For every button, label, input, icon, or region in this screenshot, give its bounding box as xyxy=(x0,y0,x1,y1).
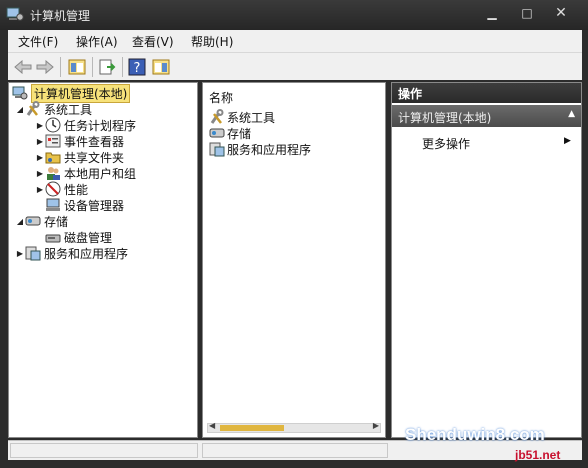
shared-folder-icon xyxy=(45,149,61,165)
list-item-label: 服务和应用程序 xyxy=(227,142,312,157)
status-segment xyxy=(10,443,198,458)
tree-item-label: 服务和应用程序 xyxy=(44,246,129,261)
minimize-button[interactable]: ▁ xyxy=(480,3,504,23)
maximize-button[interactable]: □ xyxy=(515,3,539,23)
tree-item-local-users-groups[interactable]: ▶ 本地用户和组 xyxy=(35,165,136,181)
storage-icon xyxy=(25,213,41,229)
scroll-left-icon[interactable]: ◀ xyxy=(209,421,215,430)
collapse-arrow-icon[interactable]: ◢ xyxy=(15,217,25,226)
horizontal-scrollbar[interactable]: ◀ ▶ xyxy=(207,421,381,433)
computer-management-icon xyxy=(6,6,24,22)
tree-item-shared-folders[interactable]: ▶ 共享文件夹 xyxy=(35,149,124,165)
expand-arrow-icon[interactable]: ▶ xyxy=(35,185,45,194)
users-icon xyxy=(45,165,61,181)
help-icon[interactable]: ? xyxy=(126,56,148,78)
svg-text:?: ? xyxy=(134,61,141,76)
tree-item-services-applications[interactable]: ▶ 服务和应用程序 xyxy=(15,245,128,261)
tree-item-root[interactable]: 计算机管理(本地) xyxy=(12,83,131,103)
list-item-label: 系统工具 xyxy=(227,110,276,125)
computer-management-window: 计算机管理 ▁ □ ✕ 文件(F) 操作(A) 查看(V) 帮助(H) ? 计算… xyxy=(0,0,588,468)
column-header-name[interactable]: 名称 xyxy=(209,89,233,106)
export-list-icon[interactable] xyxy=(96,56,118,78)
status-segment xyxy=(202,443,388,458)
list-item-storage[interactable]: 存储 xyxy=(209,125,251,141)
menu-bar: 文件(F) 操作(A) 查看(V) 帮助(H) xyxy=(8,30,582,52)
window-title: 计算机管理 xyxy=(30,9,91,23)
scroll-thumb[interactable] xyxy=(220,425,284,431)
computer-management-icon xyxy=(12,85,28,101)
tree-item-event-viewer[interactable]: ▶ 事件查看器 xyxy=(35,133,124,149)
submenu-arrow-icon: ▶ xyxy=(564,136,571,146)
action-pane-title: 操作 xyxy=(392,83,581,103)
list-item-services-applications[interactable]: 服务和应用程序 xyxy=(209,141,311,157)
action-section-header[interactable]: 计算机管理(本地) ▲ xyxy=(392,105,581,127)
clock-icon xyxy=(45,117,61,133)
expand-arrow-icon[interactable]: ▶ xyxy=(35,169,45,178)
disk-management-icon xyxy=(45,229,61,245)
menu-file[interactable]: 文件(F) xyxy=(18,33,58,50)
tree-item-label: 性能 xyxy=(64,182,89,197)
menu-view[interactable]: 查看(V) xyxy=(132,33,174,50)
back-arrow-icon[interactable] xyxy=(12,56,34,78)
title-bar: 计算机管理 ▁ □ ✕ xyxy=(0,0,588,30)
expand-arrow-icon[interactable]: ▶ xyxy=(35,153,45,162)
more-actions-link[interactable]: 更多操作 xyxy=(422,135,470,152)
tree-item-label: 存储 xyxy=(44,214,69,229)
show-hide-tree-icon[interactable] xyxy=(66,56,88,78)
tree-item-label: 共享文件夹 xyxy=(64,150,125,165)
storage-icon xyxy=(209,125,225,141)
list-item-label: 存储 xyxy=(227,126,252,141)
device-manager-icon xyxy=(45,197,61,213)
tree-item-disk-management[interactable]: 磁盘管理 xyxy=(45,229,112,245)
tree-item-system-tools[interactable]: ◢ 系统工具 xyxy=(15,101,92,117)
tree-item-label: 事件查看器 xyxy=(64,134,125,149)
performance-icon xyxy=(45,181,61,197)
tree-item-storage[interactable]: ◢ 存储 xyxy=(15,213,68,229)
action-section-label: 计算机管理(本地) xyxy=(398,111,492,125)
watermark-logo: Shenduwin8.com xyxy=(405,425,545,444)
tree-item-label: 本地用户和组 xyxy=(64,166,137,181)
tools-icon xyxy=(209,109,225,125)
action-pane: 操作 计算机管理(本地) ▲ 更多操作 ▶ xyxy=(391,82,582,438)
show-hide-action-pane-icon[interactable] xyxy=(150,56,172,78)
console-tree-pane[interactable]: 计算机管理(本地) ◢ 系统工具 ▶ 任务计划程序 ▶ 事件查看器 ▶ 共享文件… xyxy=(8,82,198,438)
tree-item-label: 磁盘管理 xyxy=(64,230,113,245)
tree-item-task-scheduler[interactable]: ▶ 任务计划程序 xyxy=(35,117,136,133)
close-button[interactable]: ✕ xyxy=(549,3,573,23)
services-icon xyxy=(209,141,225,157)
menu-help[interactable]: 帮助(H) xyxy=(191,33,233,50)
results-pane[interactable]: 名称 系统工具 存储 服务和应用程序 ◀ ▶ xyxy=(202,82,386,438)
tree-item-performance[interactable]: ▶ 性能 xyxy=(35,181,88,197)
expand-arrow-icon[interactable]: ▶ xyxy=(15,249,25,258)
tree-item-label: 任务计划程序 xyxy=(64,118,137,133)
tree-item-label: 系统工具 xyxy=(44,102,93,117)
forward-arrow-icon[interactable] xyxy=(34,56,56,78)
event-viewer-icon xyxy=(45,133,61,149)
services-icon xyxy=(25,245,41,261)
scroll-right-icon[interactable]: ▶ xyxy=(373,421,379,430)
toolbar: ? xyxy=(8,52,582,80)
tools-icon xyxy=(25,101,41,117)
collapse-arrow-icon[interactable]: ◢ xyxy=(15,105,25,114)
tree-item-device-manager[interactable]: 设备管理器 xyxy=(45,197,124,213)
list-item-system-tools[interactable]: 系统工具 xyxy=(209,109,275,125)
tree-item-label: 设备管理器 xyxy=(64,198,125,213)
collapse-up-icon[interactable]: ▲ xyxy=(568,109,575,119)
expand-arrow-icon[interactable]: ▶ xyxy=(35,137,45,146)
watermark-sub: jb51.net xyxy=(515,448,561,462)
menu-action[interactable]: 操作(A) xyxy=(76,33,118,50)
expand-arrow-icon[interactable]: ▶ xyxy=(35,121,45,130)
